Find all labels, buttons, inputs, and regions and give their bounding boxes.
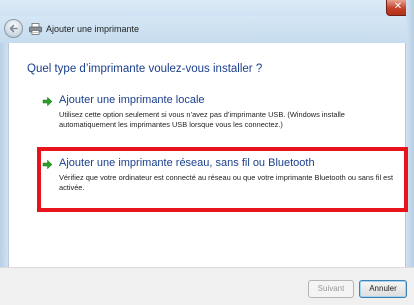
option-title: Ajouter une imprimante locale	[59, 94, 205, 106]
back-arrow-icon	[9, 24, 18, 33]
add-printer-window: ✕ Ajouter une imprimante Quel type d’imp…	[0, 0, 414, 305]
green-arrow-icon	[42, 96, 53, 107]
window-title: Ajouter une imprimante	[46, 24, 140, 34]
back-button[interactable]	[4, 19, 23, 38]
window-frame-left	[0, 43, 8, 267]
highlight-box	[37, 147, 408, 212]
navigation-bar: Ajouter une imprimante	[0, 16, 414, 43]
cancel-button[interactable]: Annuler	[359, 280, 407, 298]
option-local-printer[interactable]: Ajouter une imprimante locale Utilisez c…	[42, 94, 382, 134]
title-bar[interactable]: ✕	[0, 0, 414, 16]
option-description: Utilisez cette option seulement si vous …	[59, 110, 345, 129]
next-button[interactable]: Suivant	[308, 280, 354, 298]
button-bar: Suivant Annuler	[0, 267, 414, 305]
printer-icon	[29, 23, 42, 35]
close-icon: ✕	[393, 1, 403, 12]
page-heading: Quel type d’imprimante voulez-vous insta…	[27, 63, 263, 75]
